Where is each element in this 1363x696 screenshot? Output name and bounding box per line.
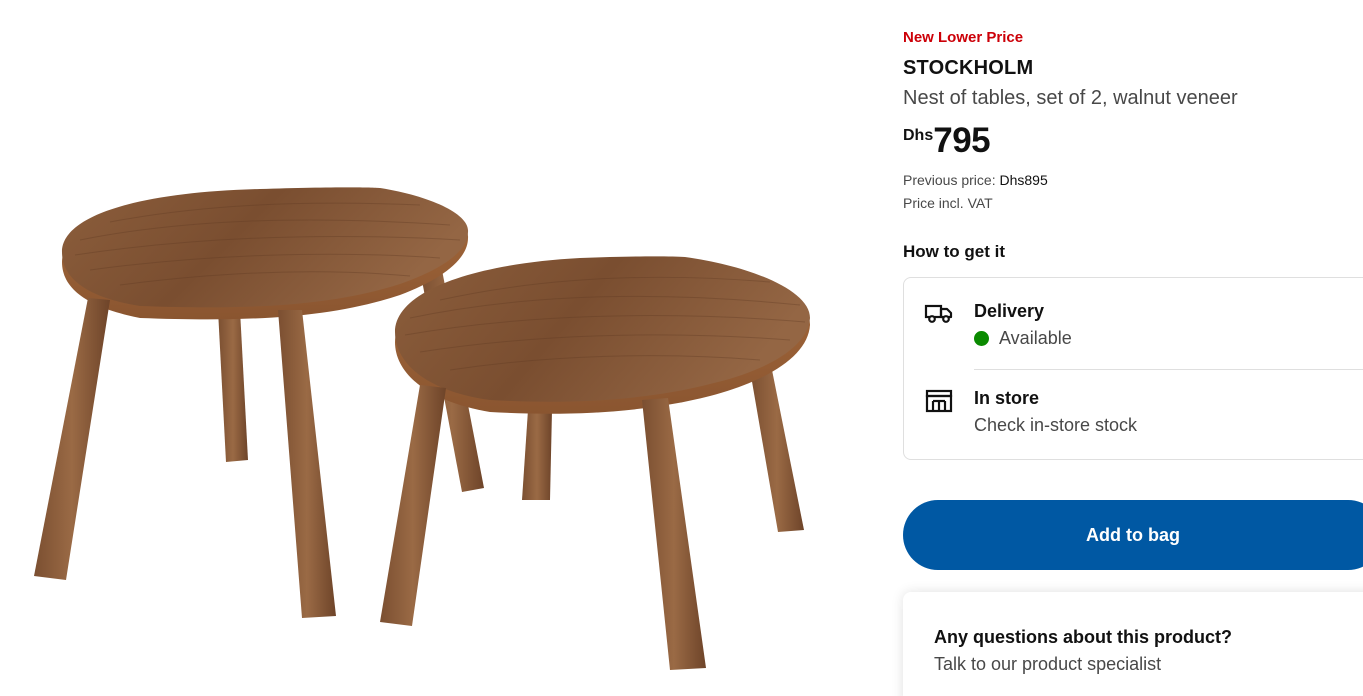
questions-subtitle: Talk to our product specialist	[934, 654, 1162, 674]
product-description: Nest of tables, set of 2, walnut veneer	[903, 87, 1238, 109]
previous-price-amount: Dhs895	[999, 172, 1048, 188]
price-currency: Dhs	[903, 127, 934, 144]
previous-price-label: Previous price:	[903, 172, 1000, 188]
questions-title: Any questions about this product?	[934, 627, 1232, 647]
price-value: 795	[933, 121, 991, 160]
truck-icon	[924, 301, 954, 327]
how-to-get-title: How to get it	[903, 242, 1005, 261]
product-info: New Lower Price STOCKHOLM Nest of tables…	[903, 0, 1363, 696]
delivery-status-text: Available	[999, 328, 1072, 348]
store-icon	[924, 388, 954, 414]
delivery-option[interactable]: Delivery Available	[904, 278, 1363, 369]
price: Dhs 795	[903, 120, 991, 162]
delivery-title: Delivery	[974, 301, 1045, 321]
how-to-get-box: Delivery Available In store Check in-sto…	[903, 277, 1363, 460]
price-badge: New Lower Price	[903, 29, 1024, 46]
delivery-status: Available	[974, 328, 1072, 349]
add-to-bag-button[interactable]: Add to bag	[903, 500, 1363, 570]
vat-note: Price incl. VAT	[903, 195, 993, 211]
in-store-title: In store	[974, 388, 1040, 408]
status-dot-icon	[974, 331, 989, 346]
previous-price: Previous price: Dhs895	[903, 172, 1048, 188]
nest-of-tables-image	[34, 187, 810, 670]
product-page: New Lower Price STOCKHOLM Nest of tables…	[0, 0, 1363, 696]
product-image[interactable]	[0, 0, 860, 696]
questions-card[interactable]: Any questions about this product? Talk t…	[903, 592, 1363, 696]
in-store-option[interactable]: In store Check in-store stock	[925, 369, 1363, 460]
check-store-stock-link[interactable]: Check in-store stock	[974, 415, 1137, 436]
product-name: STOCKHOLM	[903, 57, 1034, 79]
